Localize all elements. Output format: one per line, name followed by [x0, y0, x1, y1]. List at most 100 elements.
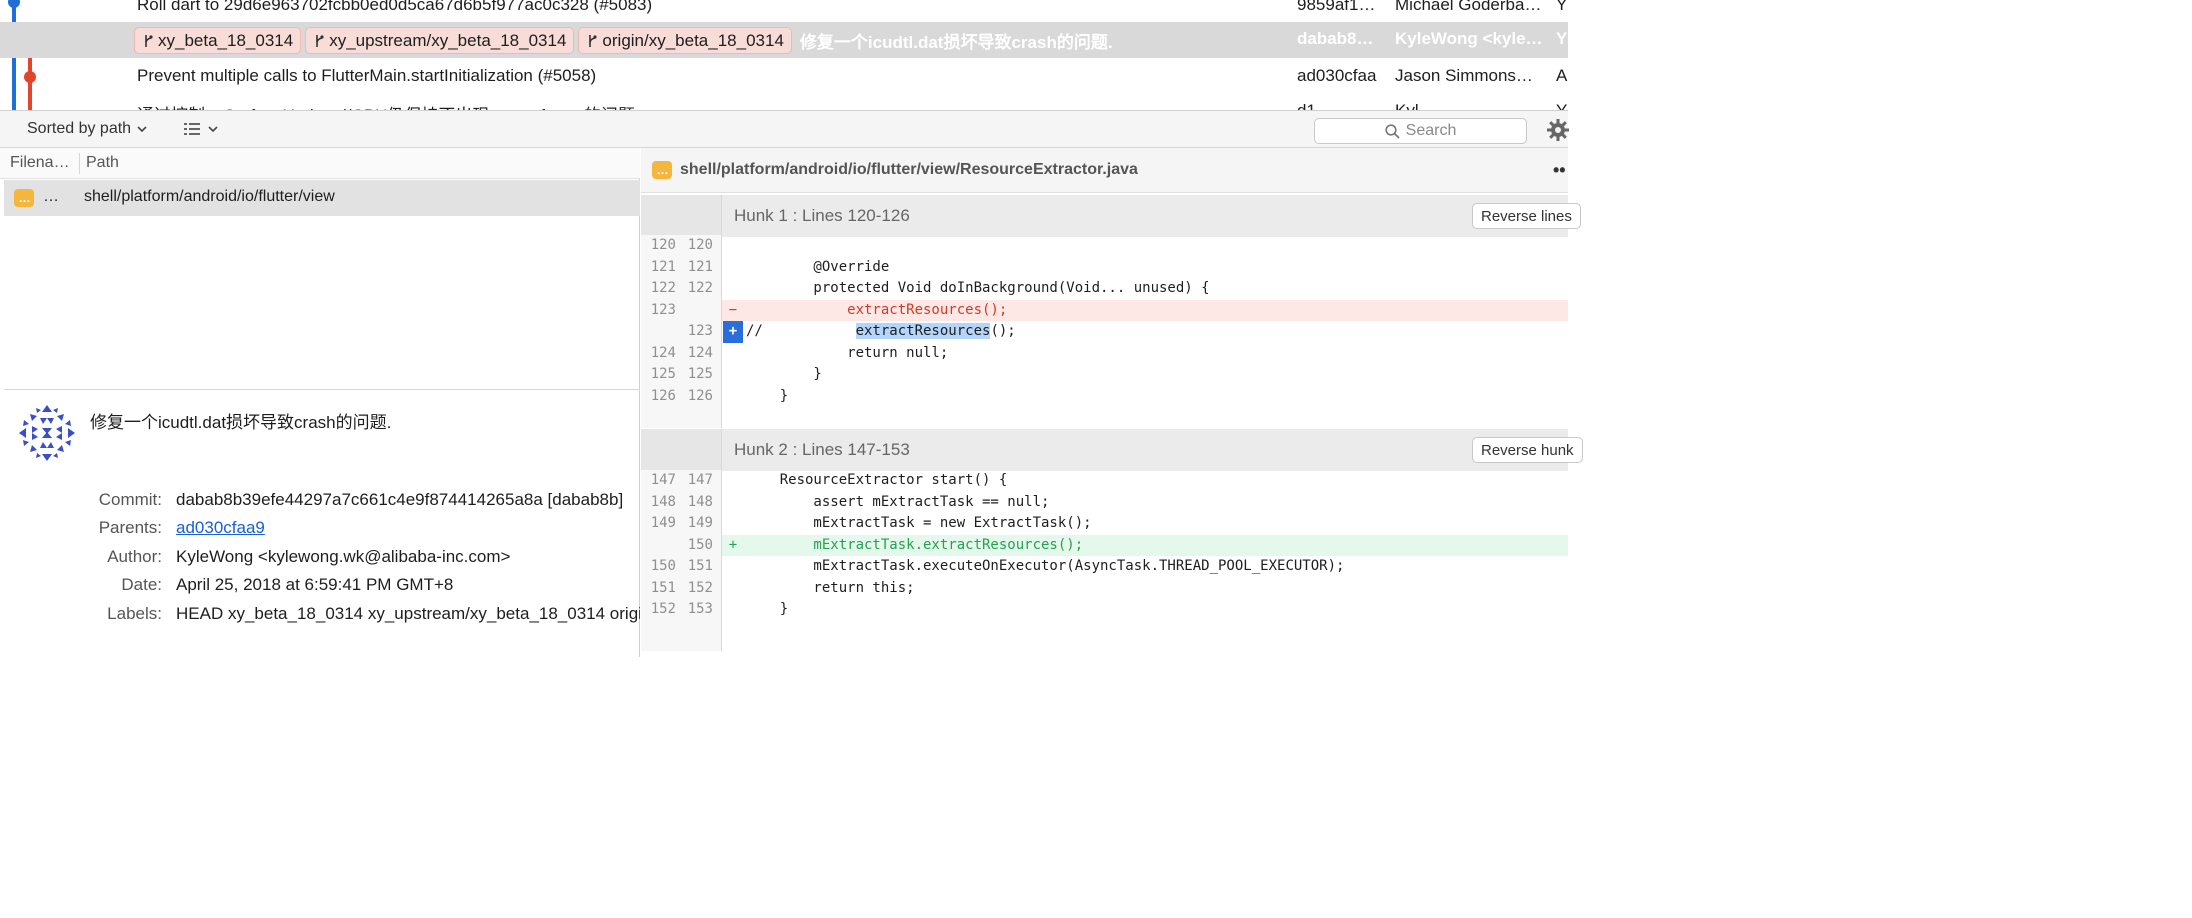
old-line-number: 149: [650, 515, 676, 531]
old-line-number: 122: [650, 280, 676, 296]
sort-label: Sorted by path: [27, 120, 132, 137]
code-text: mExtractTask.executeOnExecutor(AsyncTask…: [746, 558, 1345, 574]
file-list-pane: Filena… Path … … shell/platform/android/…: [0, 148, 640, 657]
code-text: }: [746, 387, 789, 404]
author-value: KyleWong <kylewong.wk@alibaba-inc.com>: [176, 547, 511, 566]
commit-extra: A: [1556, 66, 1568, 85]
gear-icon[interactable]: [1547, 119, 1569, 141]
old-line-number: 121: [650, 258, 676, 275]
reverse-lines-button[interactable]: Reverse lines: [1472, 203, 1581, 229]
file-name: …: [43, 188, 59, 205]
new-line-number: 151: [687, 558, 713, 574]
field-label: Labels:: [107, 604, 162, 623]
line-select-toggle[interactable]: +: [723, 321, 743, 343]
diff-line[interactable]: 148 148 assert mExtractTask == null;: [641, 491, 1568, 513]
sort-dropdown[interactable]: Sorted by path: [27, 120, 147, 138]
search-placeholder: Search: [1405, 122, 1457, 139]
new-line-number: 125: [687, 366, 713, 382]
commit-row[interactable]: 通过控制onSurfaceUpdated/CPU仍保持不出现onpostfram…: [0, 94, 1568, 110]
diff-line-added[interactable]: 150 + mExtractTask.extractResources();: [641, 534, 1568, 556]
commit-field-row: Commit: dabab8b39efe44297a7c661c4e9f8744…: [4, 490, 640, 518]
avatar: [19, 405, 75, 461]
new-line-number: 150: [687, 536, 713, 553]
commit-row-selected[interactable]: xy_beta_18_0314 xy_upstream/xy_beta_18_0…: [0, 22, 1568, 58]
new-line-number: 153: [687, 601, 713, 617]
new-line-number: 124: [687, 344, 713, 361]
diff-line[interactable]: 125 125 }: [641, 364, 1568, 386]
diff-line[interactable]: 147 147 ResourceExtractor start() {: [641, 470, 1568, 492]
column-header-filename[interactable]: Filena…: [10, 154, 70, 172]
commit-hash: d1…: [1297, 101, 1385, 110]
commit-subject: 通过控制onSurfaceUpdated/CPU仍保持不出现onpostfram…: [137, 101, 635, 110]
branch-tag[interactable]: xy_upstream/xy_beta_18_0314: [305, 27, 575, 54]
new-line-number: 123: [687, 323, 713, 339]
diff-line[interactable]: 122 122 protected Void doInBackground(Voi…: [641, 278, 1568, 300]
field-label: Commit:: [98, 490, 162, 509]
branch-tag[interactable]: origin/xy_beta_18_0314: [578, 27, 792, 54]
column-divider[interactable]: [79, 153, 80, 174]
diff-line[interactable]: 124 124 return null;: [641, 342, 1568, 364]
reverse-hunk-button[interactable]: Reverse hunk: [1472, 437, 1583, 463]
column-header-path[interactable]: Path: [86, 154, 119, 172]
diff-line-removed[interactable]: 123 − extractResources();: [641, 299, 1568, 321]
chevron-down-icon: [208, 126, 218, 133]
file-row[interactable]: … … shell/platform/android/io/flutter/vi…: [4, 180, 640, 216]
code-text: mExtractTask = new ExtractTask();: [746, 515, 1092, 531]
hunk-title: Hunk 2 : Lines 147-153: [734, 440, 910, 459]
diff-line[interactable]: 150 151 mExtractTask.executeOnExecutor(As…: [641, 556, 1568, 578]
parent-link[interactable]: ad030cfaa9: [176, 518, 265, 538]
old-line-number: 123: [650, 301, 676, 318]
diff-line-added-selected[interactable]: 123 + // extractResources();: [641, 321, 1568, 343]
date-value: April 25, 2018 at 6:59:41 PM GMT+8: [176, 575, 454, 594]
new-line-number: 149: [687, 515, 713, 531]
code-text: protected Void doInBackground(Void... un…: [746, 280, 1210, 296]
search-input[interactable]: Search: [1314, 118, 1527, 144]
commit-author: KyleWong <kyle…: [1395, 29, 1543, 48]
commit-message: 修复一个icudtl.dat损坏导致crash的问题.: [90, 413, 392, 432]
commit-row[interactable]: Prevent multiple calls to FlutterMain.st…: [0, 59, 1568, 95]
old-line-number: 124: [650, 344, 676, 361]
diff-line[interactable]: 152 153 }: [641, 599, 1568, 621]
code-text-prefix: //: [746, 323, 856, 339]
hunk-header: Hunk 1 : Lines 120-126 Reverse lines: [641, 195, 1581, 237]
new-line-number: 121: [687, 258, 713, 275]
commit-hash: dabab8…: [1297, 29, 1374, 48]
new-line-number: 147: [687, 472, 713, 488]
commit-author: Kyl…: [1395, 101, 1545, 110]
diff-line[interactable]: 149 149 mExtractTask = new ExtractTask();: [641, 513, 1568, 535]
commit-author: Jason Simmons…: [1395, 66, 1533, 85]
labels-value: HEAD xy_beta_18_0314 xy_upstream/xy_beta…: [176, 604, 640, 623]
added-marker: +: [728, 536, 738, 553]
code-text: @Override: [746, 258, 890, 275]
old-line-number: 120: [650, 237, 676, 253]
file-path: shell/platform/android/io/flutter/view: [84, 188, 335, 205]
diff-line[interactable]: 151 152 return this;: [641, 577, 1568, 599]
hunk-code: 147 147 ResourceExtractor start() { 148 14…: [641, 470, 1568, 651]
diff-line[interactable]: 120 120: [641, 235, 1568, 257]
commit-details: 修复一个icudtl.dat损坏导致crash的问题. Commit: daba…: [4, 390, 640, 657]
diff-line[interactable]: 121 121 @Override: [641, 256, 1568, 278]
search-highlight: extractResources: [855, 323, 991, 339]
old-line-number: 147: [650, 472, 676, 488]
commit-extra: Y: [1556, 0, 1568, 14]
diff-file-header: … shell/platform/android/io/flutter/view…: [641, 148, 1568, 193]
modified-file-icon: …: [652, 161, 672, 179]
hunk-header: Hunk 2 : Lines 147-153 Reverse hunk: [641, 429, 1583, 471]
branch-tag[interactable]: xy_beta_18_0314: [134, 27, 302, 54]
commit-extra: Y: [1556, 29, 1568, 48]
chevron-down-icon: [137, 126, 147, 133]
commit-field-row: Author: KyleWong <kylewong.wk@alibaba-in…: [4, 547, 640, 575]
code-text: return null;: [746, 344, 949, 361]
branch-tag-label: xy_upstream/xy_beta_18_0314: [329, 30, 567, 50]
code-text: extractResources();: [746, 301, 1008, 318]
branch-tag-label: xy_beta_18_0314: [158, 30, 294, 50]
diff-line[interactable]: 126 126 }: [641, 385, 1568, 407]
commit-row[interactable]: Roll dart to 29d6e963702fcbb0ed0d5ca67d6…: [0, 0, 1568, 24]
old-line-number: 126: [650, 387, 676, 404]
field-label: Date:: [121, 575, 162, 594]
hunk-code: 120 120 121 121 @Override 122 122 protected…: [641, 235, 1568, 428]
view-mode-dropdown[interactable]: [184, 122, 218, 136]
more-options-button[interactable]: ••: [1553, 160, 1566, 181]
old-line-number: 152: [650, 601, 676, 617]
branch-icon: [145, 34, 153, 47]
